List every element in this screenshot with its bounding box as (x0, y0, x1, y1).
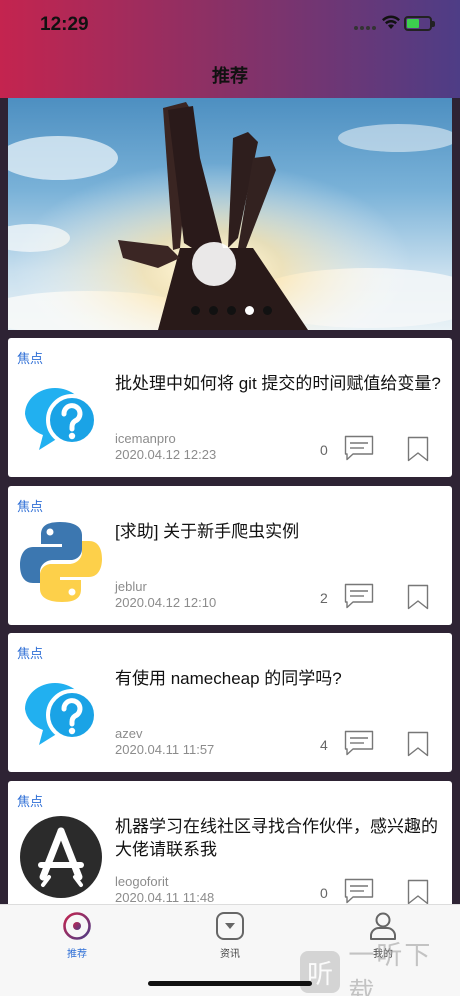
carousel-dot[interactable] (191, 306, 200, 315)
carousel-dot[interactable] (263, 306, 272, 315)
post-title[interactable]: 有使用 namecheap 的同学吗? (115, 667, 443, 690)
tab-recommend[interactable]: 推荐 (37, 911, 117, 960)
bookmark-icon[interactable] (407, 584, 429, 610)
post-author[interactable]: jeblur (115, 579, 147, 594)
post-time: 2020.04.11 11:57 (115, 742, 215, 757)
post-time: 2020.04.12 12:23 (115, 447, 217, 462)
signal-icon (354, 26, 376, 30)
comment-count: 2 (320, 590, 328, 606)
post-tag[interactable]: 焦点 (17, 643, 43, 662)
question-bubble-icon (25, 388, 98, 450)
post-card[interactable]: 焦点 [求助] 关于新手爬虫实例 jeblur 2020.04.12 12:10… (8, 486, 452, 625)
page-title: 推荐 (212, 66, 248, 86)
python-logo-icon (20, 522, 102, 602)
comment-count: 4 (320, 737, 328, 753)
question-bubble-icon (25, 683, 98, 745)
wifi-icon (382, 15, 400, 29)
banner-carousel[interactable] (8, 98, 452, 330)
watermark: 听 一听下载 (300, 940, 456, 996)
watermark-logo: 听 (300, 951, 341, 993)
post-title[interactable]: 批处理中如何将 git 提交的时间赋值给变量? (115, 372, 443, 395)
banner-image (8, 98, 452, 330)
battery-icon (404, 16, 435, 31)
target-icon (63, 912, 91, 940)
status-time: 12:29 (40, 14, 89, 35)
home-indicator (148, 981, 312, 986)
post-author[interactable]: leogoforit (115, 874, 168, 889)
tab-label: 资讯 (220, 949, 240, 960)
tab-label: 推荐 (67, 949, 87, 960)
comment-count: 0 (320, 885, 328, 901)
watermark-text: 一听下载 (348, 940, 433, 996)
tab-news[interactable]: 资讯 (190, 911, 270, 960)
carousel-dot[interactable] (227, 306, 236, 315)
post-tag[interactable]: 焦点 (17, 791, 43, 810)
bookmark-icon[interactable] (407, 879, 429, 905)
carousel-pagination[interactable] (191, 306, 272, 315)
bookmark-icon[interactable] (407, 731, 429, 757)
post-title[interactable]: [求助] 关于新手爬虫实例 (115, 520, 443, 543)
post-tag[interactable]: 焦点 (17, 348, 43, 367)
post-time: 2020.04.11 11:48 (115, 890, 215, 905)
comment-icon[interactable] (344, 583, 374, 609)
carousel-dot-active[interactable] (245, 306, 254, 315)
post-card[interactable]: 焦点 批处理中如何将 git 提交的时间赋值给变量? icemanpro 202… (8, 338, 452, 477)
comment-icon[interactable] (344, 730, 374, 756)
post-tag[interactable]: 焦点 (17, 496, 43, 515)
app-store-icon (20, 816, 102, 898)
comment-icon[interactable] (344, 435, 374, 461)
post-title[interactable]: 机器学习在线社区寻找合作伙伴，感兴趣的大佬请联系我 (115, 815, 443, 861)
message-icon (216, 912, 244, 940)
carousel-dot[interactable] (209, 306, 218, 315)
post-author[interactable]: icemanpro (115, 431, 176, 446)
header: 12:29 推荐 (0, 0, 460, 98)
comment-icon[interactable] (344, 878, 374, 904)
comment-count: 0 (320, 442, 328, 458)
post-card[interactable]: 焦点 机器学习在线社区寻找合作伙伴，感兴趣的大佬请联系我 leogoforit … (8, 781, 452, 920)
post-author[interactable]: azev (115, 726, 142, 741)
post-time: 2020.04.12 12:10 (115, 595, 217, 610)
bookmark-icon[interactable] (407, 436, 429, 462)
app-screen: 12:29 推荐 焦点 批处理中如何将 git 提交的时间赋值给变量? icem… (0, 0, 460, 996)
post-card[interactable]: 焦点 有使用 namecheap 的同学吗? azev 2020.04.11 1… (8, 633, 452, 772)
